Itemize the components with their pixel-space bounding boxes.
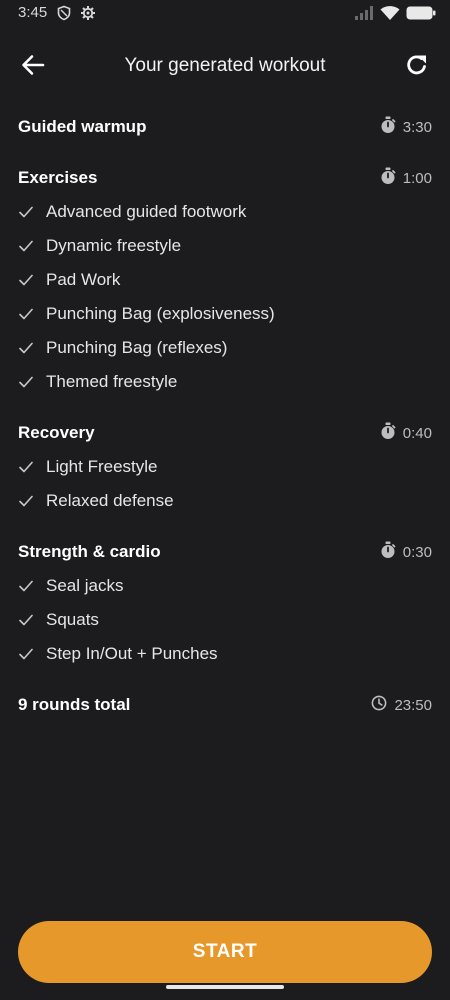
list-item: Advanced guided footwork — [0, 195, 450, 229]
page-title: Your generated workout — [124, 55, 326, 76]
list-item: Pad Work — [0, 263, 450, 297]
regenerate-button[interactable] — [400, 51, 434, 83]
checkmark-icon — [18, 238, 34, 254]
total-rounds-row: 9 rounds total 23:50 — [0, 688, 450, 722]
section-header: Strength & cardio 0:30 — [0, 535, 450, 569]
section-duration-value: 0:30 — [402, 543, 432, 561]
checkmark-icon — [18, 204, 34, 220]
stopwatch-icon — [380, 541, 396, 563]
checkmark-icon — [18, 646, 34, 662]
section-duration: 1:00 — [380, 167, 432, 189]
section-header: Guided warmup 3:30 — [0, 110, 450, 144]
section-duration-value: 3:30 — [402, 118, 432, 136]
list-item-label: Pad Work — [46, 270, 121, 289]
list-item-label: Squats — [46, 610, 99, 629]
cellular-signal-icon — [354, 5, 374, 26]
checkmark-icon — [18, 306, 34, 322]
section-strength-cardio: Strength & cardio 0:30 Seal jacks Squats… — [0, 535, 450, 671]
section-header: Recovery 0:40 — [0, 416, 450, 450]
stopwatch-icon — [380, 422, 396, 444]
checkmark-icon — [18, 272, 34, 288]
checkmark-icon — [18, 493, 34, 509]
list-item: Dynamic freestyle — [0, 229, 450, 263]
list-item-label: Relaxed defense — [46, 491, 174, 510]
section-duration-value: 0:40 — [402, 424, 432, 442]
battery-icon — [406, 5, 436, 26]
checkmark-icon — [18, 459, 34, 475]
section-duration: 0:40 — [380, 422, 432, 444]
section-title: Guided warmup — [18, 117, 147, 136]
total-duration-value: 23:50 — [394, 696, 432, 714]
refresh-icon — [404, 52, 430, 83]
list-item-label: Punching Bag (reflexes) — [46, 338, 228, 357]
section-title: Recovery — [18, 423, 95, 442]
checkmark-icon — [18, 374, 34, 390]
section-title: Strength & cardio — [18, 542, 161, 561]
section-duration: 3:30 — [380, 116, 432, 138]
total-rounds-label: 9 rounds total — [18, 695, 131, 714]
list-item-label: Punching Bag (explosiveness) — [46, 304, 275, 323]
app-bar: Your generated workout — [0, 44, 450, 88]
section-duration-value: 1:00 — [402, 169, 432, 187]
total-duration: 23:50 — [371, 695, 432, 715]
stopwatch-icon — [380, 116, 396, 138]
status-time: 3:45 — [18, 4, 48, 21]
shield-icon — [56, 5, 72, 26]
list-item: Punching Bag (reflexes) — [0, 331, 450, 365]
settings-gear-icon — [80, 5, 96, 26]
start-button[interactable]: START — [18, 921, 432, 983]
list-item-label: Themed freestyle — [46, 372, 178, 391]
section-duration: 0:30 — [380, 541, 432, 563]
status-indicators — [354, 5, 436, 26]
list-item: Relaxed defense — [0, 484, 450, 518]
home-indicator[interactable] — [166, 985, 284, 989]
clock-icon — [371, 695, 387, 715]
list-item-label: Advanced guided footwork — [46, 202, 247, 221]
list-item-label: Light Freestyle — [46, 457, 158, 476]
list-item-label: Step In/Out + Punches — [46, 644, 218, 663]
checkmark-icon — [18, 612, 34, 628]
list-item: Punching Bag (explosiveness) — [0, 297, 450, 331]
wifi-icon — [380, 5, 400, 26]
list-item: Light Freestyle — [0, 450, 450, 484]
section-guided-warmup: Guided warmup 3:30 — [0, 110, 450, 144]
list-item: Step In/Out + Punches — [0, 637, 450, 671]
workout-summary: Guided warmup 3:30 Exercises 1:00 Advanc… — [0, 110, 450, 722]
checkmark-icon — [18, 578, 34, 594]
section-exercises: Exercises 1:00 Advanced guided footwork … — [0, 161, 450, 399]
list-item: Seal jacks — [0, 569, 450, 603]
section-title: Exercises — [18, 168, 98, 187]
checkmark-icon — [18, 340, 34, 356]
list-item: Themed freestyle — [0, 365, 450, 399]
list-item: Squats — [0, 603, 450, 637]
list-item-label: Seal jacks — [46, 576, 124, 595]
section-header: Exercises 1:00 — [0, 161, 450, 195]
list-item-label: Dynamic freestyle — [46, 236, 182, 255]
section-recovery: Recovery 0:40 Light Freestyle Relaxed de… — [0, 416, 450, 518]
stopwatch-icon — [380, 167, 396, 189]
status-bar: 3:45 — [0, 0, 450, 28]
